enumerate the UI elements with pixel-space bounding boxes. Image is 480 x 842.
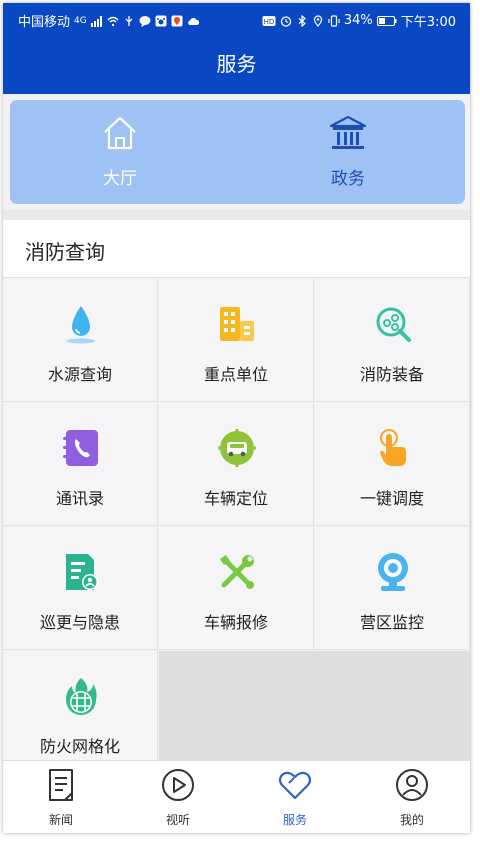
hd-icon: HD (262, 15, 276, 26)
chat-icon (139, 15, 151, 27)
nav-news[interactable]: 新闻 (3, 761, 119, 833)
paw-app-icon (155, 15, 167, 26)
battery-percent: 34% (343, 13, 373, 28)
vehicle-location-icon (218, 429, 256, 467)
top-tabs-panel: 大厅 政务 (10, 100, 465, 204)
carrier-label: 中国移动 (18, 15, 71, 30)
tab-lobby-label: 大厅 (103, 169, 137, 189)
svg-text:HD: HD (264, 18, 275, 26)
heart-icon (278, 771, 312, 800)
grid-item-label: 车辆报修 (203, 613, 268, 632)
nav-media[interactable]: 视听 (120, 761, 236, 833)
alarm-icon (280, 15, 292, 27)
bottom-nav: 新闻 视听 服务 我的 (3, 760, 470, 833)
grid-item-fire-equipment[interactable]: 消防装备 (315, 279, 470, 402)
nav-news-label: 新闻 (48, 813, 73, 827)
wrench-tools-icon (220, 555, 254, 589)
nav-services-label: 服务 (282, 813, 307, 827)
grid-item-label: 防火网格化 (39, 737, 120, 756)
grid-item-vehicle-repair[interactable]: 车辆报修 (159, 527, 314, 650)
water-drop-icon (67, 306, 95, 344)
tab-lobby[interactable]: 大厅 (10, 100, 230, 204)
nav-media-label: 视听 (165, 813, 190, 827)
grid-item-label: 一键调度 (359, 489, 424, 508)
wifi-icon (107, 16, 119, 26)
grid-item-water-source[interactable]: 水源查询 (3, 279, 158, 402)
section-title: 消防查询 (25, 240, 105, 264)
section-header: 消防查询 (3, 220, 470, 278)
fire-grid-icon (66, 678, 97, 715)
grid-item-label: 消防装备 (359, 365, 424, 384)
grid-empty-area (159, 651, 470, 775)
grid-item-one-key-dispatch[interactable]: 一键调度 (315, 403, 470, 526)
nav-services[interactable]: 服务 (237, 761, 353, 833)
network-label: 4G (74, 15, 87, 26)
grid-item-fire-grid[interactable]: 防火网格化 (3, 651, 158, 774)
phone-book-icon (63, 430, 98, 466)
patrol-document-icon (66, 554, 98, 590)
grid-item-label: 车辆定位 (203, 489, 268, 508)
map-app-icon (171, 15, 183, 26)
battery-icon (376, 15, 397, 26)
buildings-icon (220, 307, 254, 341)
phone-screen: 中国移动 4G HD 34% 下午3:00 服务 大厅 政务 消防查询 水源查询… (3, 3, 470, 833)
news-icon (49, 769, 73, 801)
status-bar: 中国移动 4G HD 34% 下午3:00 (3, 3, 470, 36)
status-left: 中国移动 4G (18, 11, 199, 30)
clock: 下午3:00 (400, 15, 456, 30)
grid-item-label: 营区监控 (359, 613, 424, 632)
user-icon (396, 769, 428, 801)
tap-hand-icon (380, 429, 406, 466)
vibrate-icon (328, 14, 340, 27)
grid-item-camp-monitoring[interactable]: 营区监控 (315, 527, 470, 650)
grid-item-contacts[interactable]: 通讯录 (3, 403, 158, 526)
tab-government-label: 政务 (331, 169, 365, 189)
status-right: HD 34% 下午3:00 (262, 11, 456, 30)
play-icon (162, 769, 194, 801)
tab-government[interactable]: 政务 (238, 100, 458, 204)
location-icon (313, 14, 322, 27)
grid-item-label: 水源查询 (47, 365, 112, 384)
section-divider (3, 210, 470, 220)
grid-item-key-units[interactable]: 重点单位 (159, 279, 314, 402)
grid-item-vehicle-location[interactable]: 车辆定位 (159, 403, 314, 526)
grid-item-label: 巡更与隐患 (39, 613, 120, 632)
camera-icon (378, 553, 408, 591)
page-title: 服务 (3, 36, 470, 94)
equipment-search-icon (376, 307, 411, 342)
bluetooth-icon (298, 14, 306, 27)
nav-me[interactable]: 我的 (354, 761, 470, 833)
usb-icon (125, 15, 133, 26)
home-icon (104, 116, 136, 150)
government-building-icon (329, 115, 367, 149)
grid-item-label: 重点单位 (203, 365, 268, 384)
cloud-icon (187, 17, 199, 25)
grid-item-patrol-hazard[interactable]: 巡更与隐患 (3, 527, 158, 650)
nav-me-label: 我的 (399, 813, 424, 827)
grid-item-label: 通讯录 (55, 489, 104, 508)
signal-icon (90, 15, 102, 27)
